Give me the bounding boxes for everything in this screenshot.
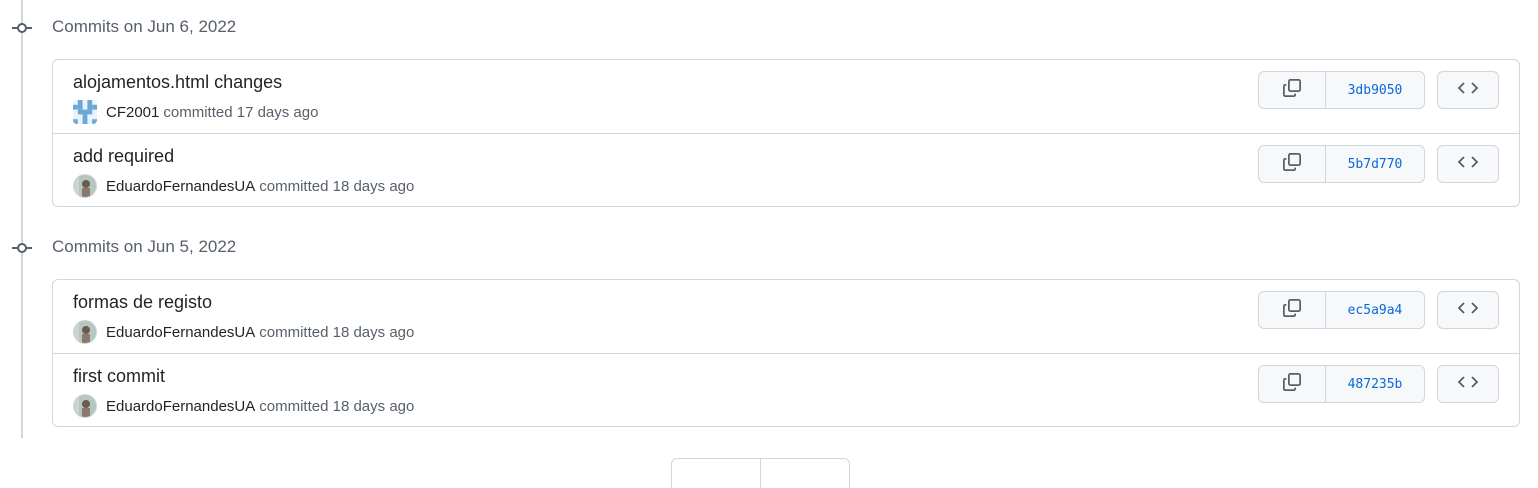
author-avatar[interactable]	[73, 174, 97, 198]
commit-row: first commit EduardoFernandesUA committe…	[53, 353, 1519, 426]
commit-group-header: Commits on Jun 5, 2022	[0, 235, 600, 259]
commit-meta: EduardoFernandesUA committed 18 days ago	[73, 174, 414, 198]
commit-row: add required EduardoFernandesUA committe…	[53, 133, 1519, 206]
copy-icon	[1282, 372, 1302, 397]
commit-group-list: formas de registo EduardoFernandesUA com…	[52, 279, 1520, 427]
git-commit-icon	[12, 241, 32, 253]
commit-group-list: alojamentos.html changes CF2001 committe…	[52, 59, 1520, 207]
author-avatar[interactable]	[73, 394, 97, 418]
commit-author-link[interactable]: EduardoFernandesUA	[106, 398, 255, 415]
commit-time: committed 18 days ago	[259, 177, 415, 195]
copy-icon	[1282, 298, 1302, 323]
commit-sha-group: 5b7d770	[1258, 145, 1425, 183]
copy-sha-button[interactable]	[1259, 292, 1326, 328]
commit-time: committed 18 days ago	[259, 323, 415, 341]
commit-sha-link[interactable]: 3db9050	[1326, 72, 1424, 108]
browse-repo-button[interactable]	[1437, 365, 1499, 403]
commit-meta: CF2001 committed 17 days ago	[73, 100, 318, 124]
commit-group-date: Commits on Jun 6, 2022	[52, 17, 237, 36]
browse-repo-button[interactable]	[1437, 145, 1499, 183]
commit-message-link[interactable]: alojamentos.html changes	[73, 72, 282, 93]
commit-author-link[interactable]: EduardoFernandesUA	[106, 324, 255, 341]
code-icon	[1457, 155, 1479, 174]
commit-sha-group: 3db9050	[1258, 71, 1425, 109]
commit-sha-link[interactable]: ec5a9a4	[1326, 292, 1424, 328]
pagination	[671, 458, 850, 488]
author-avatar[interactable]	[73, 320, 97, 344]
commit-sha-link[interactable]: 5b7d770	[1326, 146, 1424, 182]
commit-author-link[interactable]: EduardoFernandesUA	[106, 178, 255, 195]
copy-icon	[1282, 78, 1302, 103]
commit-group-date: Commits on Jun 5, 2022	[52, 237, 237, 256]
commit-message-link[interactable]: add required	[73, 146, 174, 167]
author-avatar[interactable]	[73, 100, 97, 124]
commit-sha-group: 487235b	[1258, 365, 1425, 403]
commit-group-header: Commits on Jun 6, 2022	[0, 15, 600, 39]
commit-meta: EduardoFernandesUA committed 18 days ago	[73, 394, 414, 418]
pagination-newer-button[interactable]	[672, 459, 760, 488]
commit-sha-link[interactable]: 487235b	[1326, 366, 1424, 402]
code-icon	[1457, 81, 1479, 100]
commit-author-link[interactable]: CF2001	[106, 104, 159, 121]
commit-message-link[interactable]: first commit	[73, 366, 165, 387]
timeline-line	[21, 0, 23, 438]
browse-repo-button[interactable]	[1437, 291, 1499, 329]
commit-meta: EduardoFernandesUA committed 18 days ago	[73, 320, 414, 344]
copy-sha-button[interactable]	[1259, 366, 1326, 402]
code-icon	[1457, 301, 1479, 320]
commit-row: alojamentos.html changes CF2001 committe…	[53, 60, 1519, 133]
pagination-older-button[interactable]	[760, 459, 849, 488]
copy-icon	[1282, 152, 1302, 177]
commit-message-link[interactable]: formas de registo	[73, 292, 212, 313]
copy-sha-button[interactable]	[1259, 72, 1326, 108]
commit-time: committed 17 days ago	[163, 103, 319, 121]
commit-sha-group: ec5a9a4	[1258, 291, 1425, 329]
code-icon	[1457, 375, 1479, 394]
git-commit-icon	[12, 21, 32, 33]
commit-time: committed 18 days ago	[259, 397, 415, 415]
copy-sha-button[interactable]	[1259, 146, 1326, 182]
commit-row: formas de registo EduardoFernandesUA com…	[53, 280, 1519, 353]
browse-repo-button[interactable]	[1437, 71, 1499, 109]
